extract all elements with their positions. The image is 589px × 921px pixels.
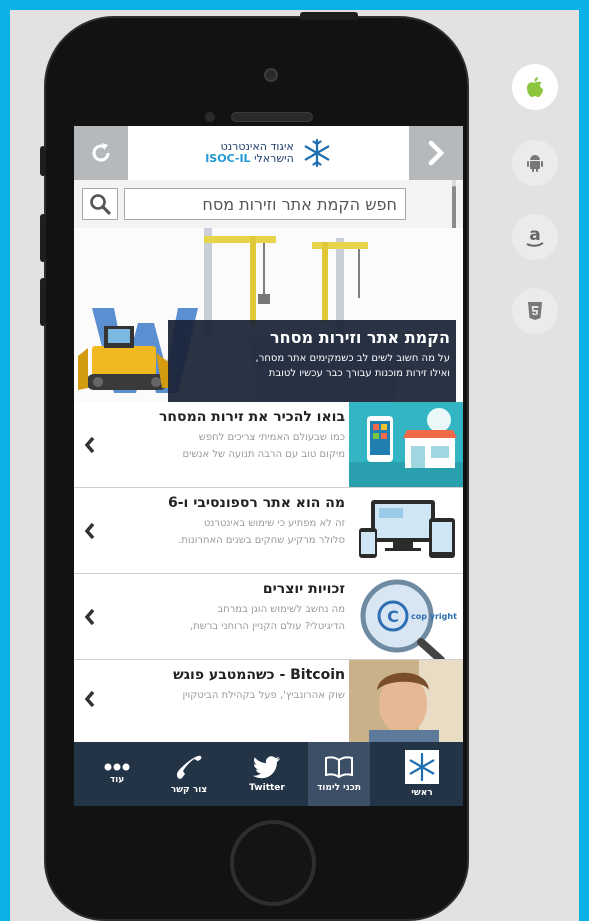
article-item-bitcoin[interactable]: Bitcoin - כשהמטבע פוגש שוק אהרונביץ', פע…	[74, 660, 463, 746]
book-icon	[325, 756, 353, 779]
article-desc-line2: מיקום טוב עם הרבה תנועה של אנשים	[182, 449, 345, 460]
devices-illustration	[349, 488, 463, 573]
android-icon	[527, 155, 543, 172]
android-store-button[interactable]	[512, 140, 558, 186]
man-photo-image	[349, 660, 463, 745]
article-chevron	[84, 660, 96, 745]
article-item-marketplaces[interactable]: בואו להכיר את זירות המסחר כמו שבעולם האמ…	[74, 402, 463, 488]
article-item-copyright[interactable]: C cop yright זכויות יוצרים מה נחשב לשימו…	[74, 574, 463, 660]
article-text: בואו להכיר את זירות המסחר כמו שבעולם האמ…	[105, 409, 345, 463]
snowflake-logo-icon	[304, 138, 330, 168]
twitter-icon	[253, 756, 280, 779]
search-icon	[90, 194, 111, 215]
refresh-button[interactable]	[74, 126, 128, 180]
home-logo-icon	[409, 752, 435, 782]
tab-home[interactable]: ראשי	[392, 742, 452, 806]
chevron-right-icon	[428, 140, 445, 166]
chevron-left-icon	[84, 436, 95, 453]
forward-button[interactable]	[409, 126, 463, 180]
mute-switch	[40, 146, 46, 176]
isoc-logo[interactable]: איגוד האינטרנט הישראלי ISOC-IL	[128, 126, 409, 180]
tab-learning[interactable]: תכני לימוד	[308, 742, 370, 806]
svg-text:a: a	[529, 225, 540, 245]
article-thumbnail: C cop yright	[349, 574, 463, 659]
app-screen: איגוד האינטרנט הישראלי ISOC-IL חפש הקמת …	[74, 126, 463, 806]
article-text: מה הוא אתר רספונסיבי ו-6 זה לא מפתיע כי …	[105, 495, 345, 549]
article-thumbnail	[349, 660, 463, 745]
svg-text:C: C	[387, 607, 399, 626]
tab-home-label: ראשי	[411, 788, 433, 798]
search-bar	[74, 180, 463, 228]
hero-caption: הקמת אתר וזירות מסחר על מה חשוב לשים לב …	[168, 320, 456, 402]
tab-more[interactable]: עוד	[88, 742, 146, 806]
search-input[interactable]	[124, 188, 406, 220]
search-button[interactable]	[82, 188, 118, 220]
apple-icon	[527, 77, 543, 97]
phone-camera	[264, 68, 278, 82]
featured-banner[interactable]: הקמת אתר וזירות מסחר על מה חשוב לשים לב …	[74, 228, 463, 402]
phone-icon	[176, 755, 202, 779]
amazon-store-button[interactable]: a	[512, 214, 558, 260]
phone-sensor	[205, 112, 215, 122]
logo-text: איגוד האינטרנט הישראלי ISOC-IL	[205, 141, 294, 165]
logo-line2: הישראלי ISOC-IL	[205, 153, 294, 165]
chevron-left-icon	[84, 690, 95, 708]
volume-down-button	[40, 278, 46, 326]
article-chevron	[84, 402, 96, 487]
article-title: בואו להכיר את זירות המסחר	[159, 409, 345, 425]
power-button	[300, 12, 358, 20]
hero-desc-line2: ואילו זירות מוכנות עבורך כבר עכשיו לטובת	[268, 368, 450, 379]
logo-brand: ISOC-IL	[205, 152, 251, 165]
article-text: Bitcoin - כשהמטבע פוגש שוק אהרונביץ', פע…	[105, 667, 345, 704]
home-button[interactable]	[230, 820, 316, 906]
article-title: Bitcoin - כשהמטבע פוגש	[173, 667, 345, 683]
refresh-icon	[92, 143, 110, 162]
article-desc-line1: זה לא מפתיע כי שימוש באינטרנט	[203, 518, 345, 529]
article-title: מה הוא אתר רספונסיבי ו-6	[167, 495, 345, 511]
logo-line2-prefix: הישראלי	[254, 152, 294, 165]
tab-contact-label: צור קשר	[170, 785, 208, 795]
tab-learning-label: תכני לימוד	[316, 783, 362, 793]
home-logo-tile	[405, 750, 439, 784]
article-thumbnail	[349, 402, 463, 487]
article-desc-line1: שוק אהרונביץ', פעל בקהילת הביטקוין	[182, 690, 345, 701]
article-desc-line1: מה נחשב לשימוש הוגן במרחב	[217, 604, 345, 615]
article-title: זכויות יוצרים	[262, 581, 345, 597]
phone-speaker	[231, 112, 313, 122]
html5-web-button[interactable]	[512, 288, 558, 334]
apple-store-button[interactable]	[512, 64, 558, 110]
article-thumbnail	[349, 488, 463, 573]
amazon-icon: a	[526, 225, 544, 247]
tab-more-label: עוד	[109, 775, 125, 785]
more-icon	[104, 763, 130, 771]
volume-up-button	[40, 214, 46, 262]
article-desc-line2: סלולר מרקיע שחקים בשנים האחרונות.	[178, 535, 345, 546]
chevron-left-icon	[84, 522, 95, 539]
hero-title: הקמת אתר וזירות מסחר	[270, 328, 450, 347]
html5-icon	[528, 302, 542, 320]
article-item-responsive[interactable]: מה הוא אתר רספונסיבי ו-6 זה לא מפתיע כי …	[74, 488, 463, 574]
article-chevron	[84, 574, 96, 659]
bottom-tab-bar: עוד צור קשר Twitter תכני לימוד ראשי	[74, 742, 463, 806]
thumb-copyright-word: cop yright	[411, 612, 457, 621]
tab-twitter-label: Twitter	[249, 783, 285, 793]
article-text: זכויות יוצרים מה נחשב לשימוש הוגן במרחב …	[105, 581, 345, 635]
article-chevron	[84, 488, 96, 573]
chevron-left-icon	[84, 608, 95, 625]
tab-contact[interactable]: צור קשר	[160, 742, 218, 806]
tab-twitter[interactable]: Twitter	[238, 742, 296, 806]
storefront-illustration	[349, 402, 463, 487]
hero-desc-line1: על מה חשוב לשים לב כשמקימים אתר מסחר,	[255, 353, 450, 364]
article-desc-line2: הדיגיטלי? עולם הקניין הרוחני ברשת,	[189, 621, 345, 632]
top-bar: איגוד האינטרנט הישראלי ISOC-IL	[74, 126, 463, 180]
article-desc-line1: כמו שבעולם האמיתי צריכים לחפש	[198, 432, 345, 443]
